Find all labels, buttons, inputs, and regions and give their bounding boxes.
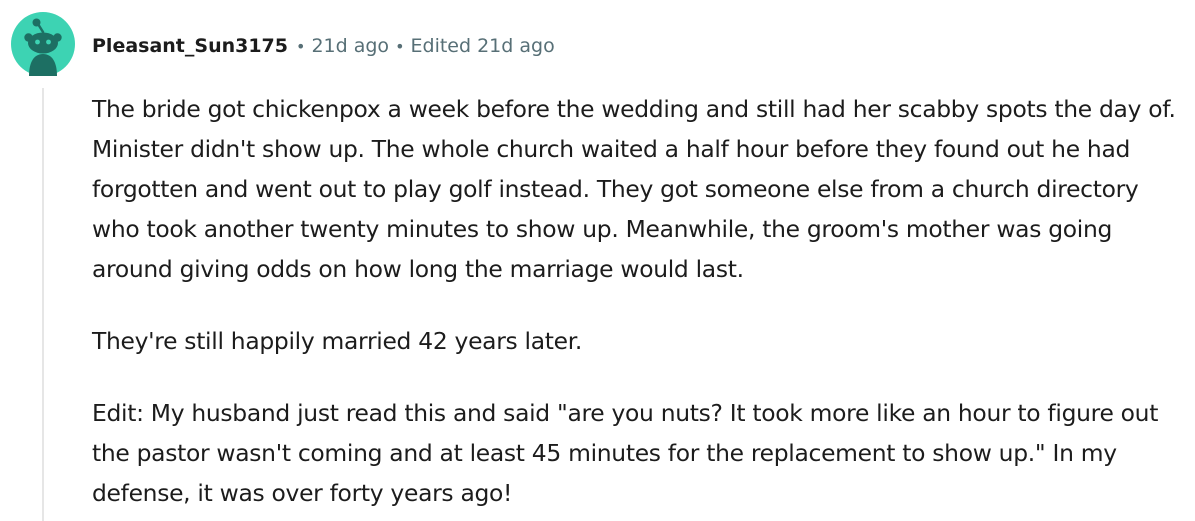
author-username[interactable]: Pleasant_Sun3175 [92,35,288,57]
comment-paragraph: The bride got chickenpox a week before t… [92,95,1176,283]
comment: Pleasant_Sun3175 • 21d ago • Edited 21d … [0,0,1195,521]
comment-paragraph: They're still happily married 42 years l… [92,327,583,355]
user-avatar[interactable] [11,12,75,76]
thread-line[interactable] [42,88,44,521]
comment-body: The bride got chickenpox a week before t… [92,89,1182,513]
comment-paragraph: Edit: My husband just read this and said… [92,399,1159,507]
reddit-snoo-avatar-icon [11,12,75,76]
meta-separator: • [395,36,405,56]
edited-label: Edited 21d ago [410,35,555,57]
comment-header: Pleasant_Sun3175 • 21d ago • Edited 21d … [92,30,555,62]
comment-timestamp[interactable]: 21d ago [311,35,389,57]
meta-separator: • [296,36,306,56]
